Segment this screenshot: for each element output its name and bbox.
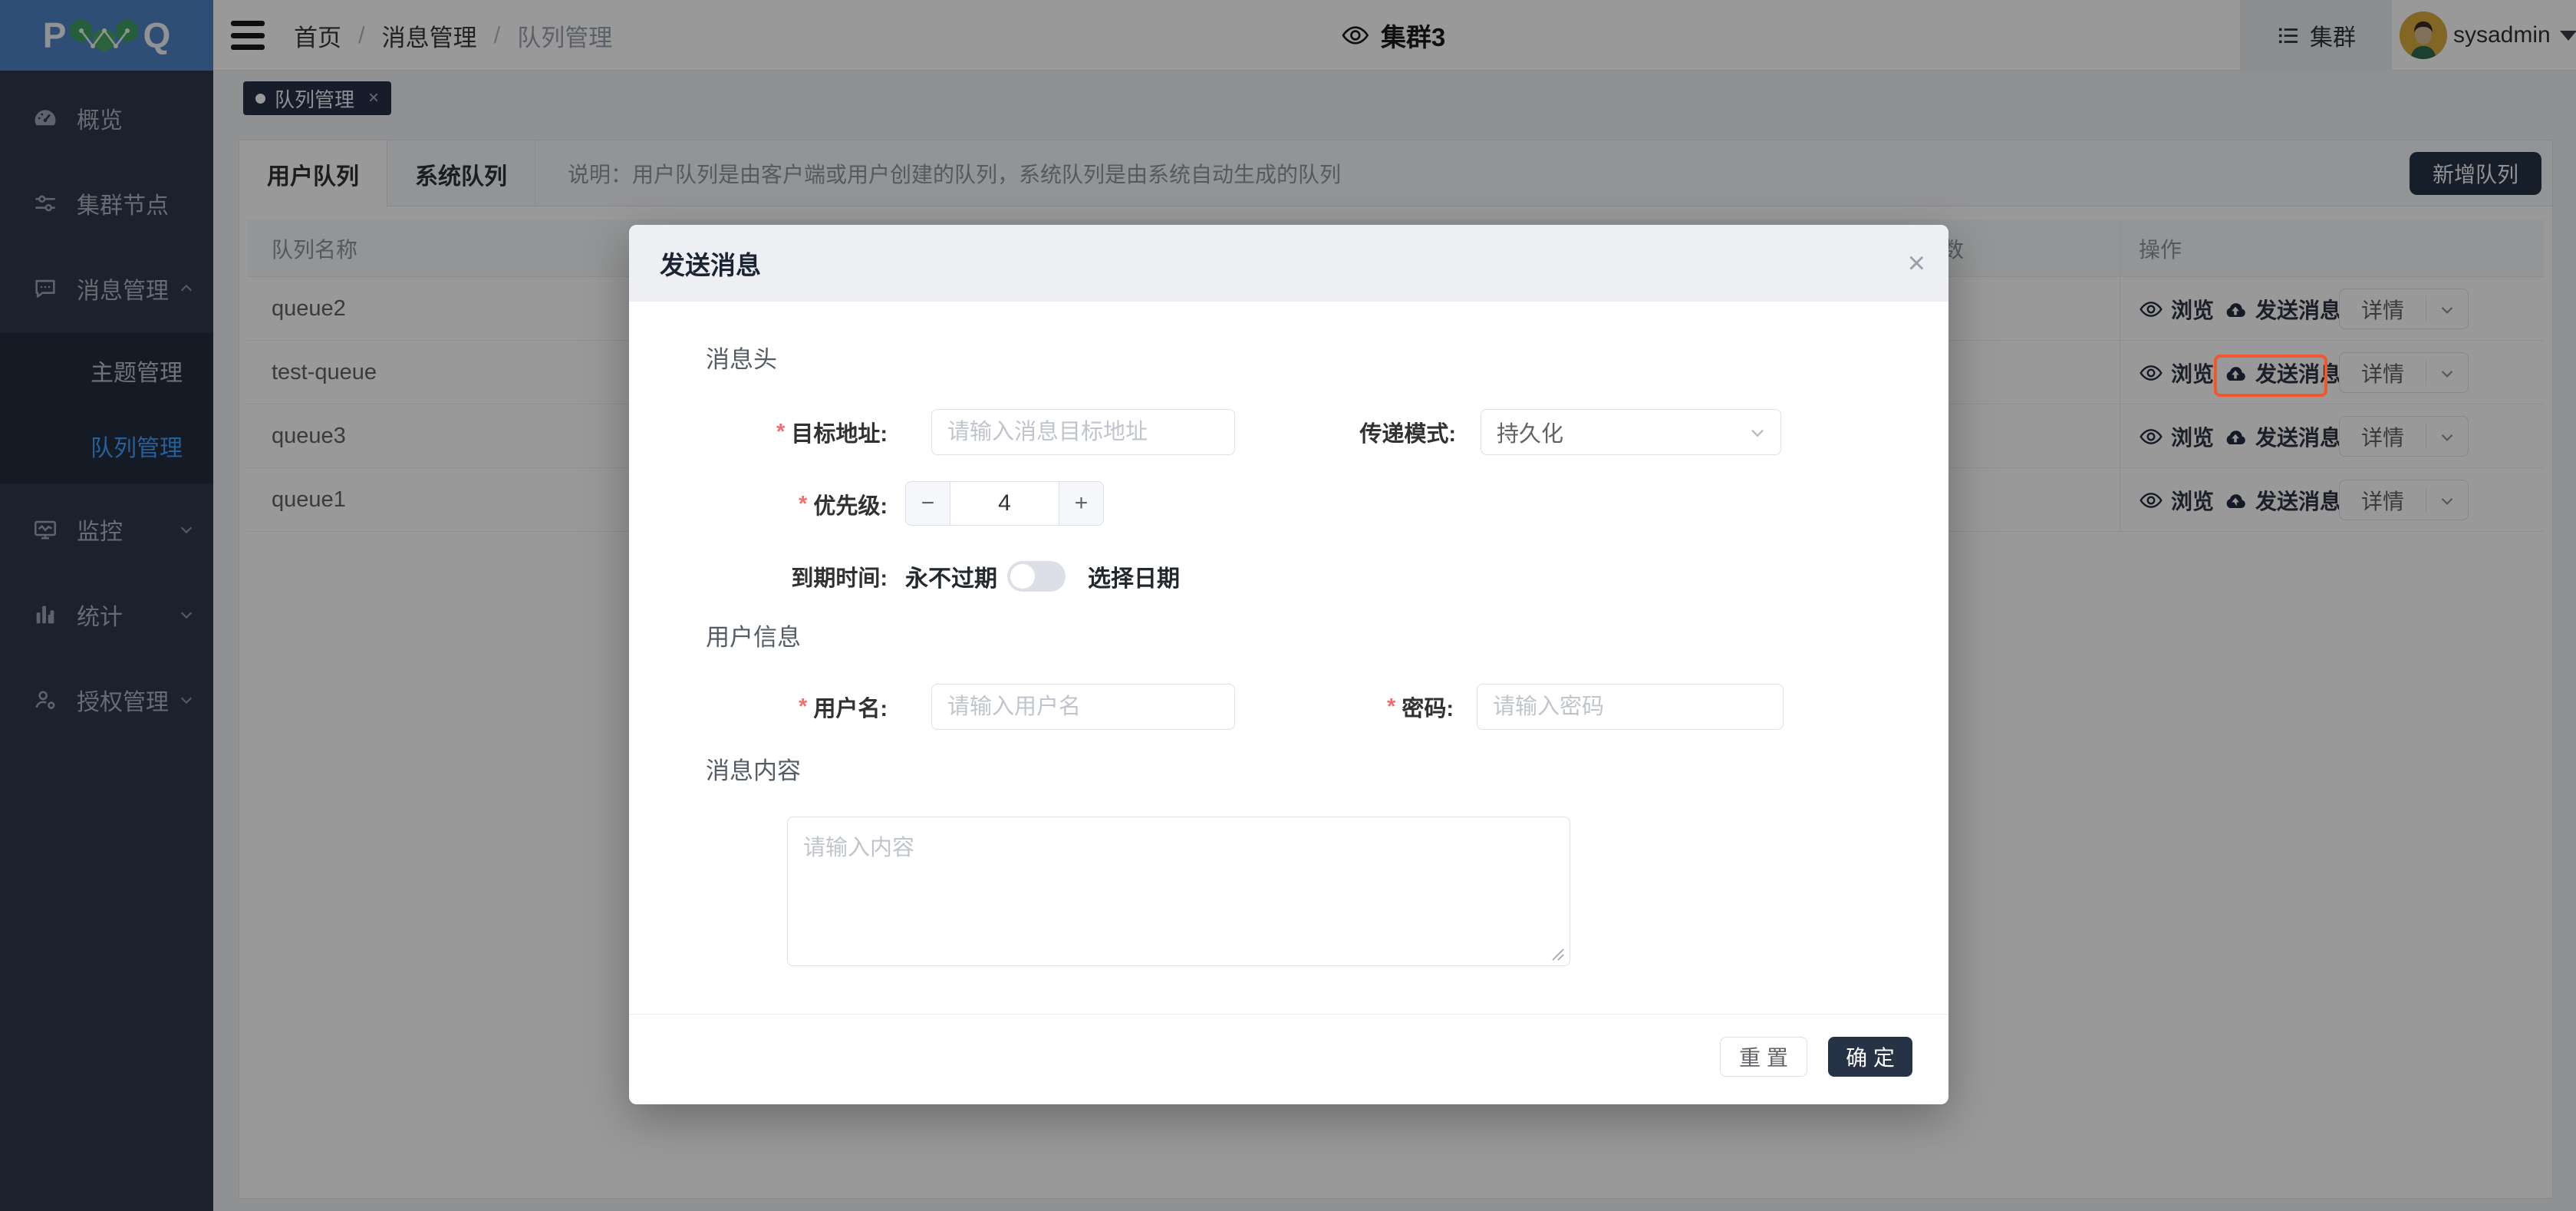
priority-input[interactable]	[950, 482, 1059, 525]
dialog-header: 发送消息 ×	[629, 225, 1948, 302]
delivery-mode-value: 持久化	[1497, 416, 1563, 448]
delivery-mode-select[interactable]: 持久化	[1481, 409, 1781, 455]
toggle-knob	[1010, 564, 1035, 589]
reset-button[interactable]: 重 置	[1720, 1037, 1807, 1077]
dialog-title: 发送消息	[660, 225, 761, 302]
priority-stepper: − +	[905, 481, 1104, 526]
decrement-button[interactable]: −	[906, 482, 950, 525]
expiry-never-label: 永不过期	[905, 553, 997, 599]
target-address-input[interactable]	[931, 409, 1235, 455]
delivery-mode-label: 传递模式:	[1197, 409, 1456, 455]
expiry-pick-date-label: 选择日期	[1088, 553, 1180, 599]
required-asterisk: *	[1387, 695, 1395, 720]
required-asterisk: *	[799, 492, 807, 517]
password-input[interactable]	[1477, 684, 1784, 730]
section-message-content: 消息内容	[706, 751, 801, 786]
required-asterisk: *	[776, 420, 785, 445]
section-user-info: 用户信息	[706, 618, 801, 652]
target-address-label: *目标地址:	[629, 409, 888, 455]
section-message-header: 消息头	[706, 340, 777, 375]
expiry-toggle[interactable]	[1007, 561, 1066, 592]
resize-handle[interactable]	[1548, 945, 1565, 962]
password-field-label: *密码:	[1194, 684, 1454, 730]
chevron-down-icon	[1747, 421, 1768, 443]
priority-label: *优先级:	[629, 481, 888, 527]
required-asterisk: *	[799, 695, 807, 720]
expiry-label: 到期时间:	[629, 553, 888, 599]
dialog-footer: 重 置 确 定	[629, 1014, 1948, 1104]
confirm-button[interactable]: 确 定	[1828, 1037, 1912, 1077]
username-input[interactable]	[931, 684, 1235, 730]
send-message-dialog: 发送消息 × 消息头 *目标地址: 传递模式: 持久化 *优先级: − + 到期…	[629, 225, 1948, 1104]
app-screen: P Q 概览	[0, 0, 2576, 1211]
click-target-annotation	[2214, 355, 2327, 397]
message-content-textarea[interactable]	[787, 817, 1570, 966]
close-icon[interactable]: ×	[1908, 225, 1925, 302]
username-field-label: *用户名:	[629, 684, 888, 730]
increment-button[interactable]: +	[1059, 482, 1103, 525]
